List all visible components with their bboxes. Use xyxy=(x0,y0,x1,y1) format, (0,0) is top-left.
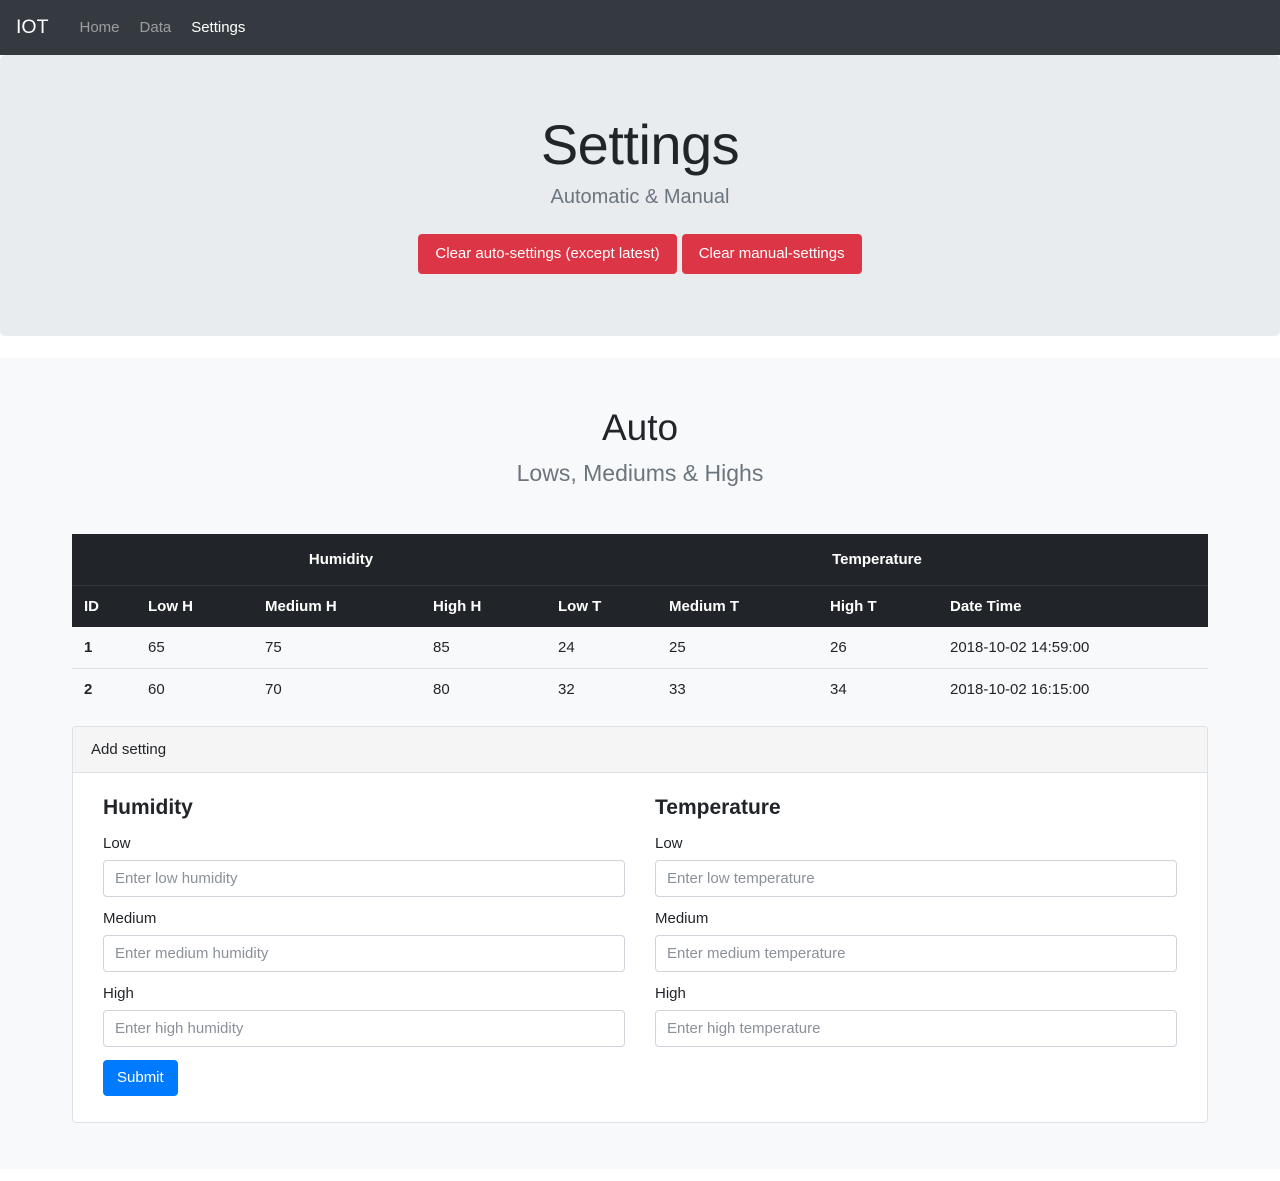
cell-medium-t: 33 xyxy=(657,668,818,711)
column-header-high-h[interactable]: High H xyxy=(421,585,546,628)
humidity-heading: Humidity xyxy=(103,796,193,820)
cell-medium-t: 25 xyxy=(669,639,686,657)
cell-datetime: 2018-10-02 14:59:00 xyxy=(950,639,1090,657)
cell-low-t: 32 xyxy=(546,668,657,711)
temperature-medium-group: Medium xyxy=(655,910,1177,972)
humidity-low-group: Low xyxy=(103,835,625,897)
clear-manual-settings-button[interactable]: Clear manual-settings xyxy=(681,234,862,275)
humidity-form-column: Humidity Low Medium High xyxy=(103,791,625,1096)
auto-container: Humidity Temperature ID Low H Medium H H… xyxy=(72,534,1208,1123)
auto-section-heading: Auto Lows, Mediums & Highs xyxy=(0,406,1280,488)
temperature-low-label: Low xyxy=(655,834,683,852)
table-row: 2 60 70 80 32 33 34 2018-10-02 16:15:00 xyxy=(72,668,1208,711)
temperature-high-input[interactable] xyxy=(655,1009,1177,1047)
cell-high-h: 85 xyxy=(433,639,450,657)
temperature-low-input[interactable] xyxy=(655,859,1177,897)
cell-id: 1 xyxy=(84,639,93,657)
humidity-medium-group: Medium xyxy=(103,910,625,972)
add-setting-card-body: Humidity Low Medium High xyxy=(73,773,1207,1121)
temperature-heading: Temperature xyxy=(655,796,781,820)
temperature-high-group: High xyxy=(655,985,1177,1047)
humidity-high-label: High xyxy=(103,984,134,1002)
page-subtitle: Automatic & Manual xyxy=(550,186,730,209)
nav-link-home[interactable]: Home xyxy=(70,12,130,43)
column-header-low-h[interactable]: Low H xyxy=(136,585,253,628)
column-header-high-t[interactable]: High T xyxy=(818,585,938,628)
settings-jumbotron: Settings Automatic & Manual Clear auto-s… xyxy=(0,55,1280,337)
temperature-medium-input[interactable] xyxy=(655,934,1177,972)
temperature-form-column: Temperature Low Medium High xyxy=(655,791,1177,1095)
auto-section: Auto Lows, Mediums & Highs Humidity Temp… xyxy=(0,358,1280,1170)
navbar-brand[interactable]: IOT xyxy=(14,17,51,38)
cell-datetime: 2018-10-02 16:15:00 xyxy=(938,668,1208,711)
humidity-high-input[interactable] xyxy=(103,1009,625,1047)
temperature-low-group: Low xyxy=(655,835,1177,897)
table-column-header-row: ID Low H Medium H High H Low T Medium T … xyxy=(72,585,1208,628)
cell-low-t: 24 xyxy=(558,639,575,657)
table-row: 1 65 75 85 24 25 26 2018-10-02 14:59:00 xyxy=(72,627,1208,669)
humidity-high-group: High xyxy=(103,985,625,1047)
column-header-medium-h[interactable]: Medium H xyxy=(253,585,421,628)
jumbotron-actions: Clear auto-settings (except latest) Clea… xyxy=(30,234,1250,275)
group-header-humidity: Humidity xyxy=(136,534,546,587)
submit-button[interactable]: Submit xyxy=(103,1059,178,1096)
add-setting-form: Humidity Low Medium High xyxy=(103,791,1177,1096)
temperature-high-label: High xyxy=(655,984,686,1002)
temperature-medium-label: Medium xyxy=(655,909,709,927)
humidity-medium-input[interactable] xyxy=(103,934,625,972)
clear-auto-settings-button[interactable]: Clear auto-settings (except latest) xyxy=(418,234,677,275)
cell-medium-h: 75 xyxy=(265,639,282,657)
page-title: Settings xyxy=(540,113,740,176)
cell-high-h: 80 xyxy=(421,668,546,711)
auto-subtitle: Lows, Mediums & Highs xyxy=(516,459,764,486)
auto-title: Auto xyxy=(601,407,679,449)
cell-high-t: 26 xyxy=(830,639,847,657)
cell-id: 2 xyxy=(72,668,136,711)
table-body: 1 65 75 85 24 25 26 2018-10-02 14:59:00 … xyxy=(72,627,1208,711)
submit-row: Submit xyxy=(103,1059,625,1096)
nav-link-data[interactable]: Data xyxy=(130,12,182,43)
main-navbar: IOT Home Data Settings xyxy=(0,0,1280,55)
cell-medium-h: 70 xyxy=(253,668,421,711)
cell-low-h: 65 xyxy=(148,639,165,657)
nav-link-settings[interactable]: Settings xyxy=(181,12,255,43)
table-group-header-row: Humidity Temperature xyxy=(72,534,1208,587)
column-header-id[interactable]: ID xyxy=(72,585,136,628)
cell-high-t: 34 xyxy=(818,668,938,711)
humidity-medium-label: Medium xyxy=(103,909,157,927)
auto-settings-table: Humidity Temperature ID Low H Medium H H… xyxy=(72,534,1208,711)
add-setting-card: Add setting Humidity Low Medium xyxy=(72,726,1208,1123)
group-header-temperature: Temperature xyxy=(546,534,1208,587)
humidity-low-input[interactable] xyxy=(103,859,625,897)
humidity-low-label: Low xyxy=(103,834,131,852)
cell-low-h: 60 xyxy=(136,668,253,711)
table-head: Humidity Temperature ID Low H Medium H H… xyxy=(72,534,1208,628)
column-header-low-t[interactable]: Low T xyxy=(546,585,657,628)
add-setting-card-header: Add setting xyxy=(73,727,1207,774)
group-header-blank xyxy=(72,534,136,587)
column-header-medium-t[interactable]: Medium T xyxy=(657,585,818,628)
column-header-datetime[interactable]: Date Time xyxy=(938,585,1208,628)
navbar-links: Home Data Settings xyxy=(70,12,256,43)
